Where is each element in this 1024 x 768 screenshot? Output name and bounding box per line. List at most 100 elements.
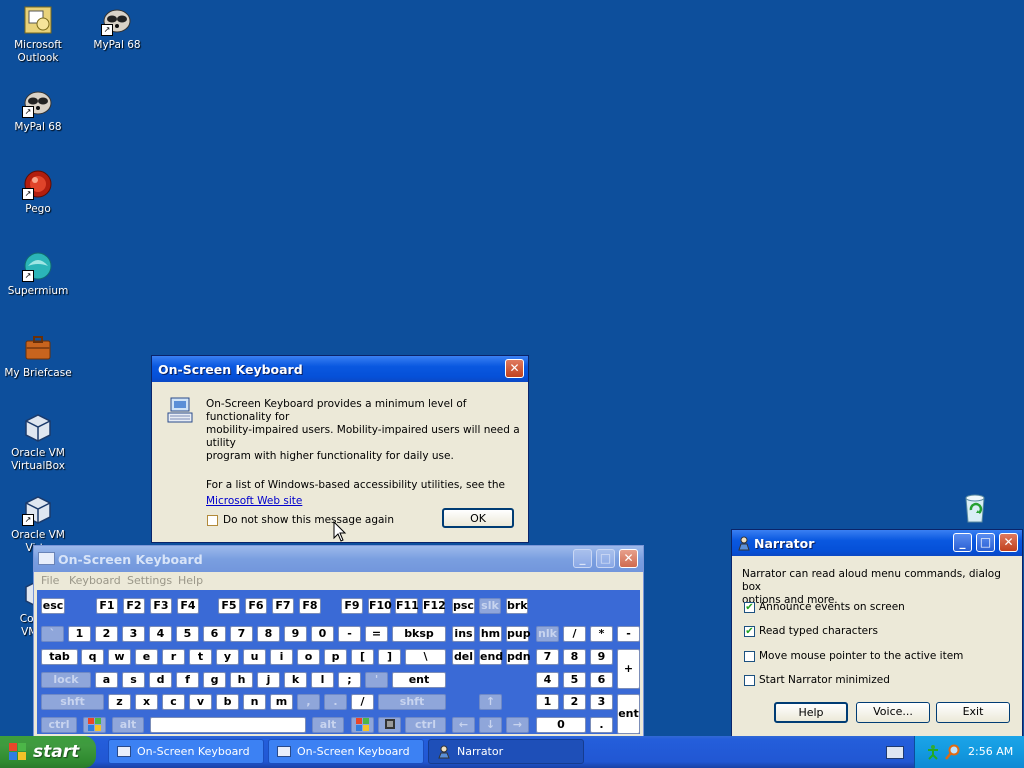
magnifier-icon[interactable]	[945, 744, 961, 760]
key-6[interactable]: 6	[590, 672, 613, 688]
narrator-titlebar[interactable]: Narrator _ □ ✕	[732, 530, 1022, 556]
key-ctrl[interactable]: ctrl	[41, 717, 77, 733]
key-7[interactable]: 7	[536, 649, 559, 665]
key-tab[interactable]: tab	[41, 649, 78, 665]
key-ent[interactable]: ent	[392, 672, 446, 688]
key-F4[interactable]: F4	[177, 598, 199, 614]
narrator-option-checkbox[interactable]	[744, 651, 755, 662]
key-symbol[interactable]: `	[41, 626, 64, 642]
menu-file[interactable]: File	[41, 574, 59, 587]
key-nlk[interactable]: nlk	[536, 626, 559, 642]
osk-maximize-button[interactable]: □	[596, 549, 615, 568]
key-lock[interactable]: lock	[41, 672, 91, 688]
menu-help[interactable]: Help	[178, 574, 203, 587]
key-symbol[interactable]: -	[617, 626, 640, 642]
key-h[interactable]: h	[230, 672, 253, 688]
do-not-show-checkbox[interactable]	[207, 515, 218, 526]
key-F10[interactable]: F10	[368, 598, 392, 614]
start-button[interactable]: start	[0, 736, 96, 768]
key-windows-right[interactable]	[351, 717, 374, 733]
microsoft-web-site-link[interactable]: Microsoft Web site	[206, 495, 302, 507]
key-1[interactable]: 1	[68, 626, 91, 642]
key-v[interactable]: v	[189, 694, 212, 710]
key-ins[interactable]: ins	[452, 626, 475, 642]
key-t[interactable]: t	[189, 649, 212, 665]
key-esc[interactable]: esc	[41, 598, 65, 614]
key-m[interactable]: m	[270, 694, 293, 710]
key-psc[interactable]: psc	[452, 598, 475, 614]
key-symbol[interactable]: ,	[297, 694, 320, 710]
key-symbol[interactable]: .	[324, 694, 347, 710]
key-pup[interactable]: pup	[506, 626, 531, 642]
key-numpad-enter[interactable]: ent	[617, 694, 640, 734]
key-symbol[interactable]: [	[351, 649, 374, 665]
narrator-minimize-button[interactable]: _	[953, 533, 972, 552]
key-4[interactable]: 4	[149, 626, 172, 642]
key-r[interactable]: r	[162, 649, 185, 665]
osk-minimize-button[interactable]: _	[573, 549, 592, 568]
desktop-icon-virtualbox[interactable]: Oracle VM VirtualBox	[0, 412, 76, 473]
key-application[interactable]	[378, 717, 401, 733]
key-o[interactable]: o	[297, 649, 320, 665]
narrator-maximize-button[interactable]: □	[976, 533, 995, 552]
key-9[interactable]: 9	[284, 626, 307, 642]
key-z[interactable]: z	[108, 694, 131, 710]
key-numpad-0[interactable]: 0	[536, 717, 586, 733]
key-F5[interactable]: F5	[218, 598, 240, 614]
narrator-exit-button[interactable]: Exit	[936, 702, 1010, 723]
key-numpad-plus[interactable]: +	[617, 649, 640, 689]
key-space[interactable]	[150, 717, 306, 733]
key-k[interactable]: k	[284, 672, 307, 688]
desktop-icon-mypal-1[interactable]: ↗ MyPal 68	[79, 4, 155, 52]
key-windows-left[interactable]	[83, 717, 106, 733]
key-2[interactable]: 2	[563, 694, 586, 710]
key-1[interactable]: 1	[536, 694, 559, 710]
key-p[interactable]: p	[324, 649, 347, 665]
key-symbol[interactable]: ]	[378, 649, 401, 665]
key-slk[interactable]: slk	[479, 598, 501, 614]
key-symbol[interactable]: =	[365, 626, 388, 642]
key-del[interactable]: del	[452, 649, 475, 665]
key-w[interactable]: w	[108, 649, 131, 665]
key-c[interactable]: c	[162, 694, 185, 710]
key-5[interactable]: 5	[563, 672, 586, 688]
menu-settings[interactable]: Settings	[127, 574, 172, 587]
narrator-voice-button[interactable]: Voice...	[856, 702, 930, 723]
desktop-icon-mypal-2[interactable]: ↗ MyPal 68	[0, 86, 76, 134]
key-8[interactable]: 8	[563, 649, 586, 665]
narrator-option-checkbox[interactable]: ✔	[744, 602, 755, 613]
key-0[interactable]: 0	[311, 626, 334, 642]
key-pdn[interactable]: pdn	[506, 649, 531, 665]
taskbar-task-osk-1[interactable]: On-Screen Keyboard	[108, 739, 264, 764]
dialog-close-button[interactable]: ✕	[505, 359, 524, 378]
key-d[interactable]: d	[149, 672, 172, 688]
key-arrow-down[interactable]: ↓	[479, 717, 502, 733]
key-i[interactable]: i	[270, 649, 293, 665]
key-alt[interactable]: alt	[312, 717, 344, 733]
key-arrow-right[interactable]: →	[506, 717, 529, 733]
osk-close-button[interactable]: ✕	[619, 549, 638, 568]
key-F9[interactable]: F9	[341, 598, 363, 614]
key-arrow-left[interactable]: ←	[452, 717, 475, 733]
key-F8[interactable]: F8	[299, 598, 321, 614]
key-y[interactable]: y	[216, 649, 239, 665]
desktop-icon-outlook[interactable]: Microsoft Outlook	[0, 4, 76, 65]
key-q[interactable]: q	[81, 649, 104, 665]
key-symbol[interactable]: ;	[338, 672, 361, 688]
key-j[interactable]: j	[257, 672, 280, 688]
key-bksp[interactable]: bksp	[392, 626, 446, 642]
keyboard-language-icon[interactable]	[886, 746, 904, 759]
key-9[interactable]: 9	[590, 649, 613, 665]
key-x[interactable]: x	[135, 694, 158, 710]
key-e[interactable]: e	[135, 649, 158, 665]
key-symbol[interactable]: /	[351, 694, 374, 710]
key-4[interactable]: 4	[536, 672, 559, 688]
recycle-bin-icon[interactable]	[958, 492, 992, 524]
key-n[interactable]: n	[243, 694, 266, 710]
key-ctrl[interactable]: ctrl	[405, 717, 446, 733]
desktop-icon-pego[interactable]: ↗ Pego	[0, 168, 76, 216]
key-symbol[interactable]: '	[365, 672, 388, 688]
key-hm[interactable]: hm	[479, 626, 502, 642]
key-end[interactable]: end	[479, 649, 503, 665]
key-f[interactable]: f	[176, 672, 199, 688]
